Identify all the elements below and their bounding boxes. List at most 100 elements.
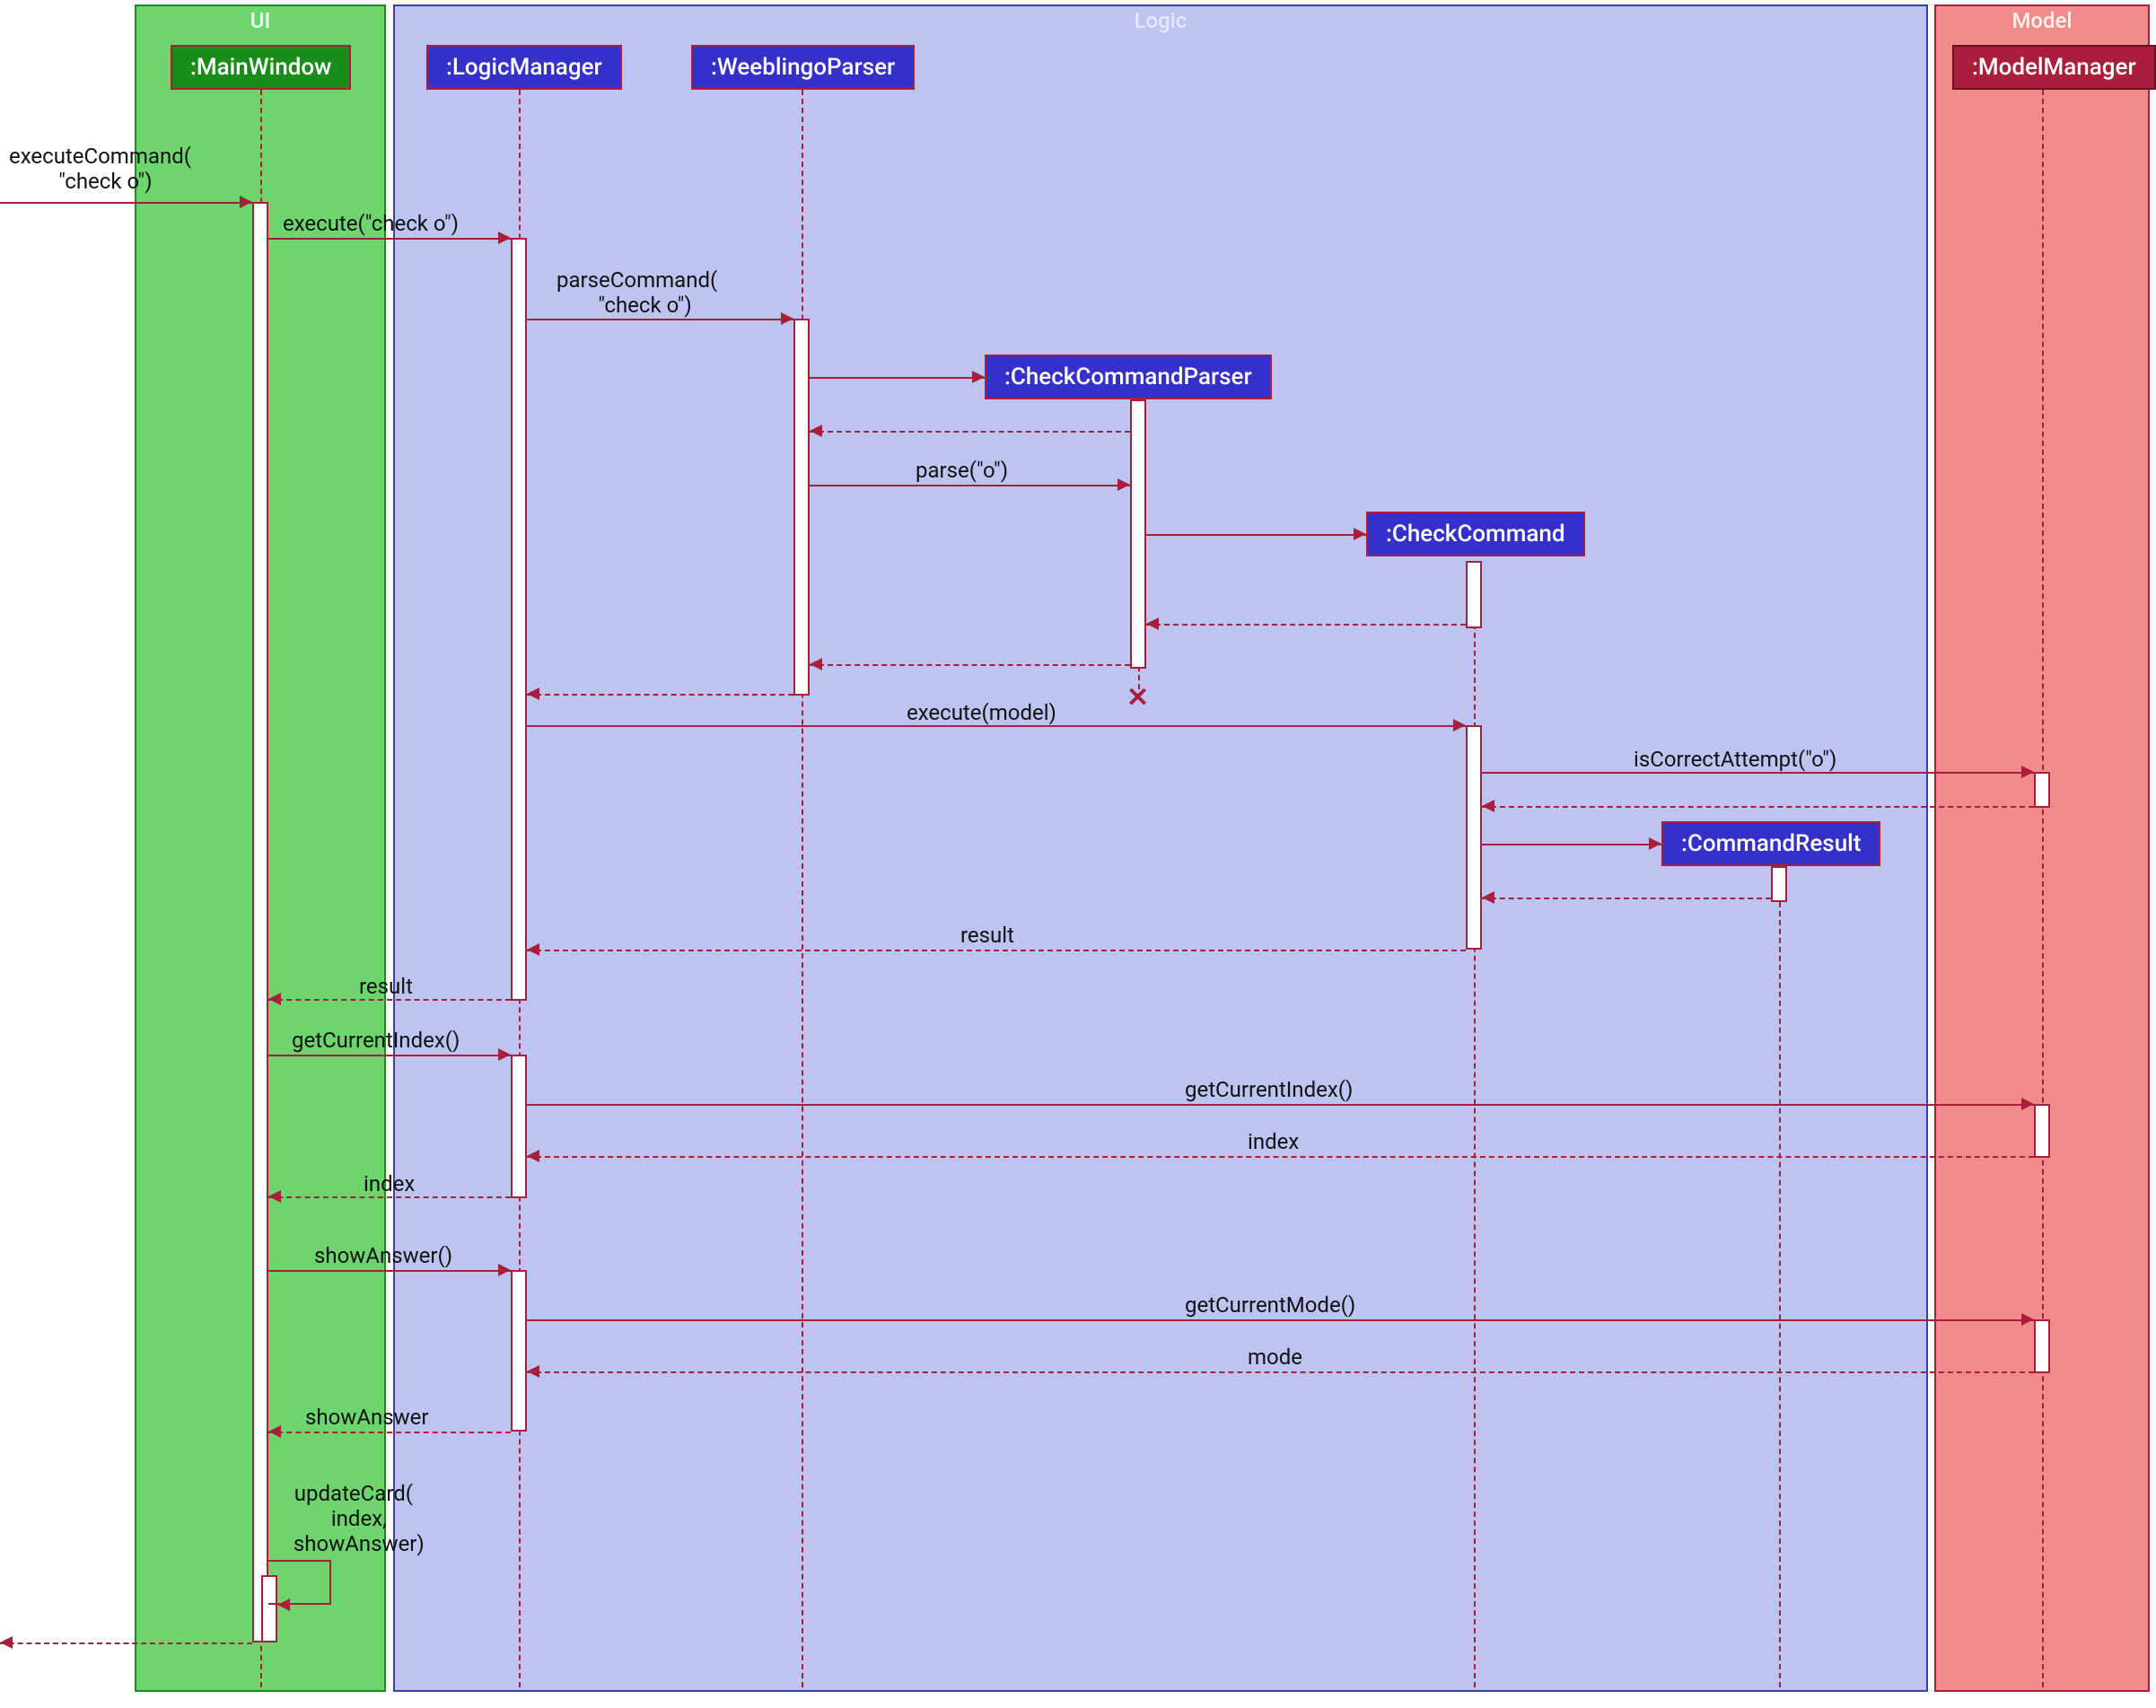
activation-cmd-result [1771, 866, 1787, 902]
msg-index-2-arrow [268, 1196, 511, 1198]
msg-result-2-label: result [359, 974, 413, 999]
msg-execute-model-arrow [527, 725, 1466, 727]
activation-model-mgr-2 [2034, 1104, 2050, 1158]
participant-check-command: :CheckCommand [1366, 512, 1585, 556]
participant-label: :MainWindow [190, 54, 331, 81]
region-logic-title: Logic [1135, 8, 1188, 33]
return-create-parser [810, 431, 1130, 433]
arrowhead [1117, 478, 1130, 491]
activation-check-parser [1130, 399, 1146, 669]
participant-check-cmd-parser: :CheckCommandParser [985, 355, 1272, 399]
activation-model-mgr-3 [2034, 1319, 2050, 1373]
arrowhead [1482, 800, 1494, 812]
return-create-result [1482, 898, 1771, 899]
msg-parse-arrow [810, 485, 1130, 486]
msg-create-result-arrow [1482, 844, 1661, 845]
arrowhead [527, 1150, 539, 1162]
msg-create-parser-arrow [810, 377, 985, 379]
arrowhead [972, 371, 985, 383]
lifeline-model-manager [2042, 90, 2044, 1687]
region-ui-title: UI [250, 8, 271, 33]
msg-show-answer-ret-label: showAnswer [305, 1405, 429, 1430]
arrowhead [268, 993, 281, 1005]
participant-command-result: :CommandResult [1661, 821, 1880, 866]
return-parse-command [527, 694, 793, 696]
region-model-title: Model [2011, 8, 2072, 33]
arrowhead [268, 1190, 281, 1203]
participant-label: :LogicManager [446, 54, 602, 81]
arrowhead [498, 1264, 511, 1276]
msg-get-index-2-arrow [527, 1104, 2034, 1106]
msg-parse-command-arrow [527, 319, 793, 320]
return-final [0, 1642, 252, 1644]
participant-label: :ModelManager [1972, 54, 2136, 81]
activation-logic-mgr-3 [511, 1270, 527, 1432]
msg-execute-command-label: executeCommand( "check o") [9, 144, 191, 194]
msg-show-answer-label: showAnswer() [314, 1243, 452, 1268]
arrowhead [498, 232, 511, 244]
lifeline-command-result [1779, 866, 1781, 1687]
participant-weeblingo-parser: :WeeblingoParser [691, 45, 915, 90]
activation-model-mgr-1 [2034, 772, 2050, 808]
arrowhead [498, 1048, 511, 1061]
arrowhead [527, 1365, 539, 1378]
msg-get-mode-arrow [527, 1319, 2034, 1321]
msg-parse-command-label: parseCommand( "check o") [557, 267, 717, 318]
arrowhead [810, 658, 822, 670]
msg-index-2-label: index [364, 1171, 415, 1196]
activation-logic-mgr-2 [511, 1055, 527, 1198]
participant-logic-manager: :LogicManager [426, 45, 622, 90]
arrowhead [240, 196, 252, 208]
msg-execute-model-label: execute(model) [907, 700, 1056, 725]
msg-execute-arrow [268, 238, 511, 240]
msg-parse-label: parse("o") [916, 458, 1008, 483]
arrowhead [0, 1636, 13, 1649]
arrowhead [1453, 719, 1466, 731]
msg-correct-attempt-label: isCorrectAttempt("o") [1634, 747, 1836, 772]
return-correct-attempt [1482, 806, 2034, 808]
arrowhead [2021, 766, 2034, 778]
arrowhead [1649, 837, 1661, 850]
activation-check-cmd [1466, 561, 1482, 628]
arrowhead [1482, 891, 1494, 904]
participant-label: :CheckCommand [1386, 521, 1565, 547]
activation-main-window [252, 202, 268, 1642]
arrowhead [527, 688, 539, 700]
arrowhead [810, 425, 822, 437]
arrowhead [781, 312, 793, 325]
msg-mode-label: mode [1248, 1345, 1302, 1370]
msg-get-mode-label: getCurrentMode() [1185, 1292, 1355, 1318]
msg-result-2-arrow [268, 999, 511, 1001]
msg-execute-command-arrow [0, 202, 252, 204]
arrowhead [527, 943, 539, 956]
return-create-command [1146, 624, 1466, 626]
participant-label: :WeeblingoParser [711, 54, 895, 81]
msg-update-card-label: updateCard( index, showAnswer) [283, 1481, 425, 1556]
arrowhead [1146, 618, 1159, 630]
msg-index-1-label: index [1248, 1129, 1299, 1154]
msg-get-index-2-label: getCurrentIndex() [1185, 1077, 1353, 1102]
participant-label: :CheckCommandParser [1004, 363, 1252, 390]
msg-mode-arrow [527, 1371, 2034, 1373]
msg-result-1-label: result [960, 923, 1014, 948]
msg-index-1-arrow [527, 1156, 2034, 1158]
participant-main-window: :MainWindow [171, 45, 351, 90]
msg-get-index-label: getCurrentIndex() [292, 1028, 460, 1053]
arrowhead [1354, 528, 1366, 540]
activation-weeblingo [793, 319, 810, 696]
msg-correct-attempt-arrow [1482, 772, 2034, 774]
msg-execute-label: execute("check o") [283, 211, 459, 236]
arrowhead [268, 1425, 281, 1438]
activation-logic-mgr-1 [511, 238, 527, 1001]
activation-check-cmd-2 [1466, 725, 1482, 950]
arrowhead [277, 1599, 290, 1611]
participant-label: :CommandResult [1681, 830, 1861, 857]
participant-model-manager: :ModelManager [1952, 45, 2156, 90]
return-parse [810, 664, 1130, 666]
arrowhead [2021, 1313, 2034, 1326]
msg-show-answer-arrow [268, 1270, 511, 1272]
msg-result-1-arrow [527, 950, 1466, 951]
destroy-check-parser-icon: ✕ [1126, 682, 1149, 714]
msg-show-answer-ret-arrow [268, 1432, 511, 1433]
arrowhead [2021, 1098, 2034, 1110]
